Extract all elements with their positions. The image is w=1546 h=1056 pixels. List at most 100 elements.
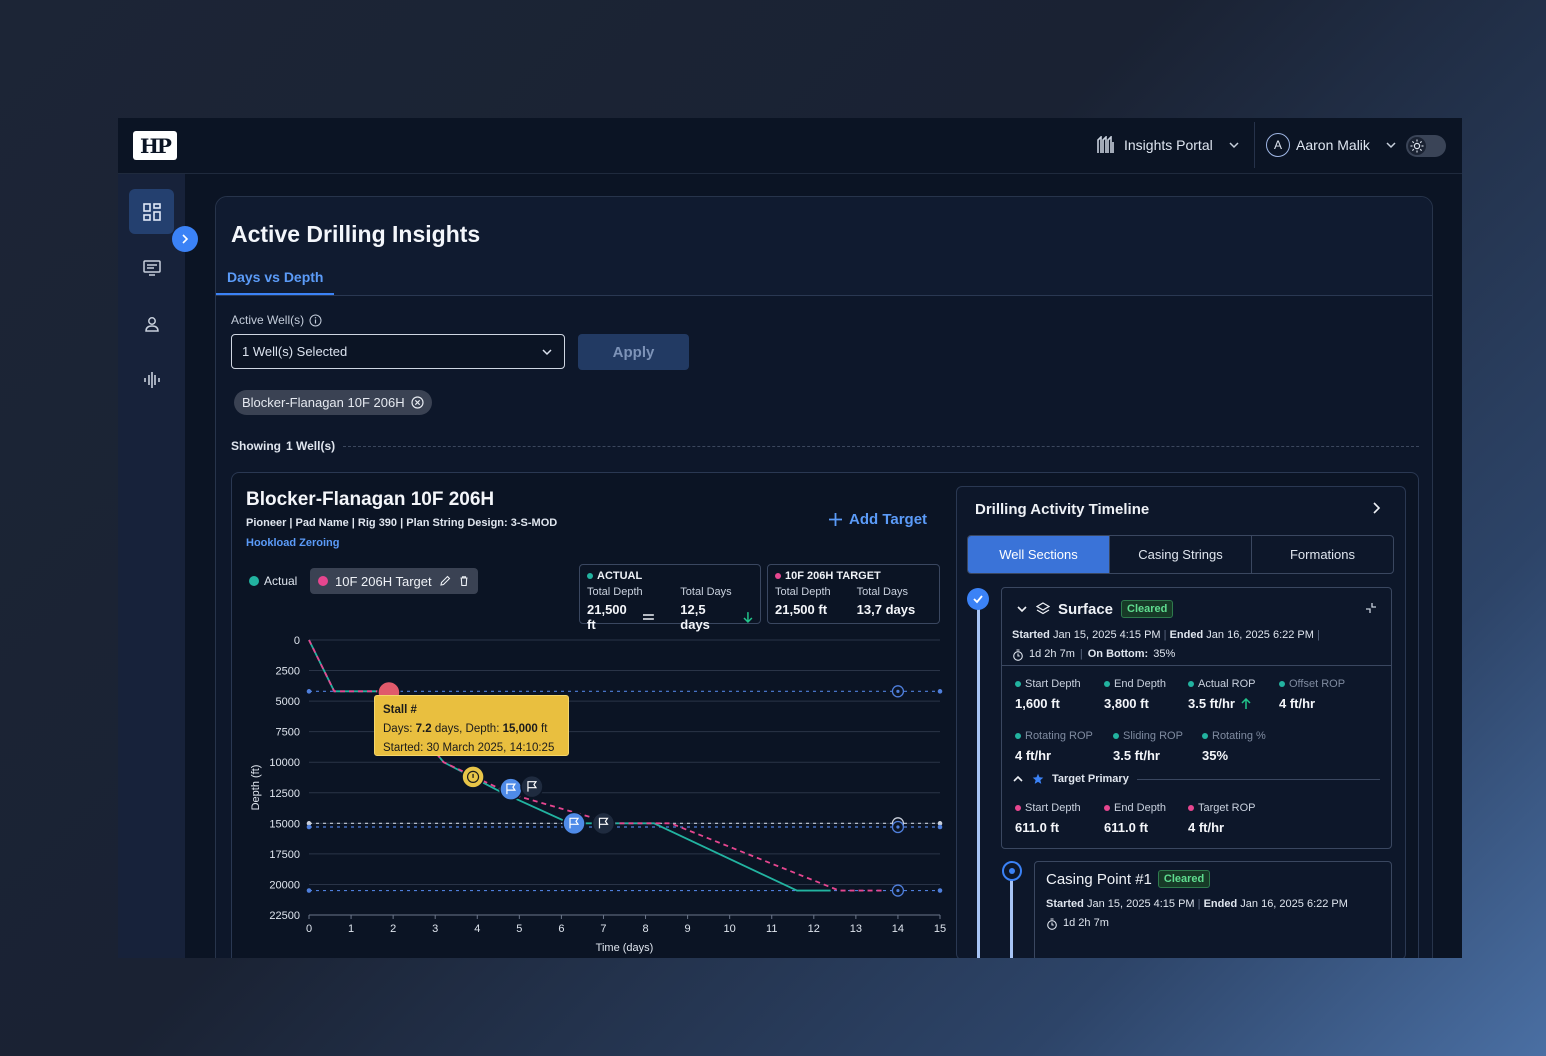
tooltip-days-value: 7.2 <box>415 723 432 735</box>
well-title: Blocker-Flanagan 10F 206H <box>246 489 495 510</box>
trash-icon[interactable] <box>458 575 470 587</box>
star-icon <box>1032 773 1044 784</box>
started-label: Started <box>1046 898 1084 910</box>
flag-marker[interactable] <box>520 774 544 799</box>
topbar-divider <box>1254 122 1255 168</box>
y-tick-label: 2500 <box>276 666 300 678</box>
equal-icon <box>643 614 655 620</box>
tab-formations[interactable]: Formations <box>1252 536 1393 573</box>
y-axis-label: Depth (ft) <box>250 765 262 811</box>
reference-end-dot <box>937 888 943 893</box>
casing-header[interactable]: Casing Point #1 Cleared <box>1046 870 1211 888</box>
sidebar-expand-button[interactable] <box>172 226 198 252</box>
app-window: HP Insights Portal A Aaron Malik Active … <box>118 118 1462 958</box>
target-primary-row[interactable]: Target Primary <box>1012 773 1380 785</box>
dotted-divider <box>343 445 1419 447</box>
chevron-up-icon[interactable] <box>1012 773 1024 785</box>
sidebar-item-dashboard[interactable] <box>129 189 174 234</box>
active-wells-label: Active Well(s) <box>231 313 305 327</box>
metric-dot <box>1188 805 1194 811</box>
chevron-down-icon <box>542 348 552 355</box>
metric-dot <box>1015 733 1021 739</box>
x-tick-label: 14 <box>892 923 904 935</box>
chevron-down-icon <box>1386 142 1396 149</box>
remove-chip-icon[interactable] <box>410 396 424 409</box>
metric-value: 4 ft/hr <box>1188 820 1225 835</box>
y-tick-label: 5000 <box>276 696 300 708</box>
x-tick-label: 7 <box>600 923 606 935</box>
x-tick-label: 0 <box>306 923 312 935</box>
target-metric: Target ROP 4 ft/hr <box>1188 802 1283 835</box>
days-vs-depth-chart[interactable]: 0250050007500100001250015000175002000022… <box>232 623 952 958</box>
legend-actual[interactable]: Actual <box>249 574 297 588</box>
ended-label: Ended <box>1203 898 1238 910</box>
tab-casing-strings[interactable]: Casing Strings <box>1110 536 1252 573</box>
arrow-down-icon <box>743 612 753 623</box>
section-metric: Sliding ROP 3.5 ft/hr <box>1113 730 1208 763</box>
metric-label: Rotating % <box>1212 730 1266 742</box>
user-menu[interactable]: A Aaron Malik <box>1266 133 1398 157</box>
legend-target-label: 10F 206H Target <box>335 573 432 589</box>
target-dot <box>775 573 781 579</box>
hookload-zeroing-link[interactable]: Hookload Zeroing <box>246 537 340 549</box>
metric-dot <box>1188 681 1194 687</box>
top-bar: HP Insights Portal A Aaron Malik <box>118 118 1462 174</box>
x-tick-label: 8 <box>642 923 648 935</box>
waveform-icon <box>143 371 160 388</box>
tab-well-sections[interactable]: Well Sections <box>968 536 1110 573</box>
actual-series-line <box>308 639 831 892</box>
metric-label: End Depth <box>1114 802 1166 814</box>
x-tick-label: 15 <box>934 923 946 935</box>
user-name: Aaron Malik <box>1296 137 1370 153</box>
step-complete-icon <box>967 588 989 610</box>
actual-color-dot <box>249 576 259 586</box>
tab-days-vs-depth[interactable]: Days vs Depth <box>216 269 335 295</box>
plus-icon <box>829 513 842 526</box>
tooltip-depth-label: Depth: <box>465 723 500 735</box>
sidebar-item-monitor[interactable] <box>129 245 174 290</box>
tooltip-days-label: Days: <box>383 723 413 735</box>
info-icon[interactable] <box>309 314 322 327</box>
portal-switcher[interactable]: Insights Portal <box>1096 136 1241 154</box>
target-ring-center <box>896 689 900 693</box>
add-target-button[interactable]: Add Target <box>828 511 927 528</box>
sun-icon <box>1408 137 1426 155</box>
flag-marker[interactable] <box>562 811 586 836</box>
sidebar-item-profile[interactable] <box>129 301 174 346</box>
chevron-down-icon <box>1229 142 1239 149</box>
company-logo[interactable]: HP <box>133 131 177 160</box>
timeline-title: Drilling Activity Timeline <box>975 501 1150 518</box>
target-metric: Start Depth 611.0 ft <box>1015 802 1110 835</box>
tooltip-depth-value: 15,000 <box>502 723 538 735</box>
metric-value: 4 ft/hr <box>1015 748 1052 763</box>
showing-label: Showing <box>231 439 281 453</box>
x-tick-label: 2 <box>390 923 396 935</box>
stall-tooltip: Stall # Days: 7.2 days, Depth: 15,000 ft… <box>374 695 569 756</box>
target-ring-center <box>896 888 900 893</box>
sidebar <box>118 174 185 958</box>
theme-toggle[interactable] <box>1406 135 1446 157</box>
reference-end-dot <box>306 888 312 893</box>
sidebar-item-signal[interactable] <box>129 357 174 402</box>
x-tick-label: 9 <box>685 923 691 935</box>
metric-label: End Depth <box>1114 678 1166 690</box>
chevron-right-icon[interactable] <box>1371 501 1383 515</box>
metric-label: Target ROP <box>1198 802 1256 814</box>
apply-button[interactable]: Apply <box>578 334 689 370</box>
flag-marker[interactable] <box>591 811 616 836</box>
edit-icon[interactable] <box>439 575 451 587</box>
tooltip-title: Stall # <box>383 704 417 716</box>
metric-dot <box>1104 681 1110 687</box>
showing-count: 1 Well(s) <box>286 439 336 453</box>
background-frame: HP Insights Portal A Aaron Malik Active … <box>0 0 1546 1056</box>
actual-box-title: ACTUAL <box>597 570 643 582</box>
target-divider <box>1136 778 1380 780</box>
y-tick-label: 22500 <box>269 910 300 922</box>
wells-select[interactable]: 1 Well(s) Selected <box>231 334 565 369</box>
metric-label: Sliding ROP <box>1123 730 1183 742</box>
metric-value: 4 ft/hr <box>1279 696 1316 711</box>
flag-marker[interactable] <box>499 777 523 801</box>
y-tick-label: 12500 <box>269 788 300 800</box>
legend-target[interactable]: 10F 206H Target <box>310 568 478 594</box>
target-box-title: 10F 206H TARGET <box>785 570 881 582</box>
